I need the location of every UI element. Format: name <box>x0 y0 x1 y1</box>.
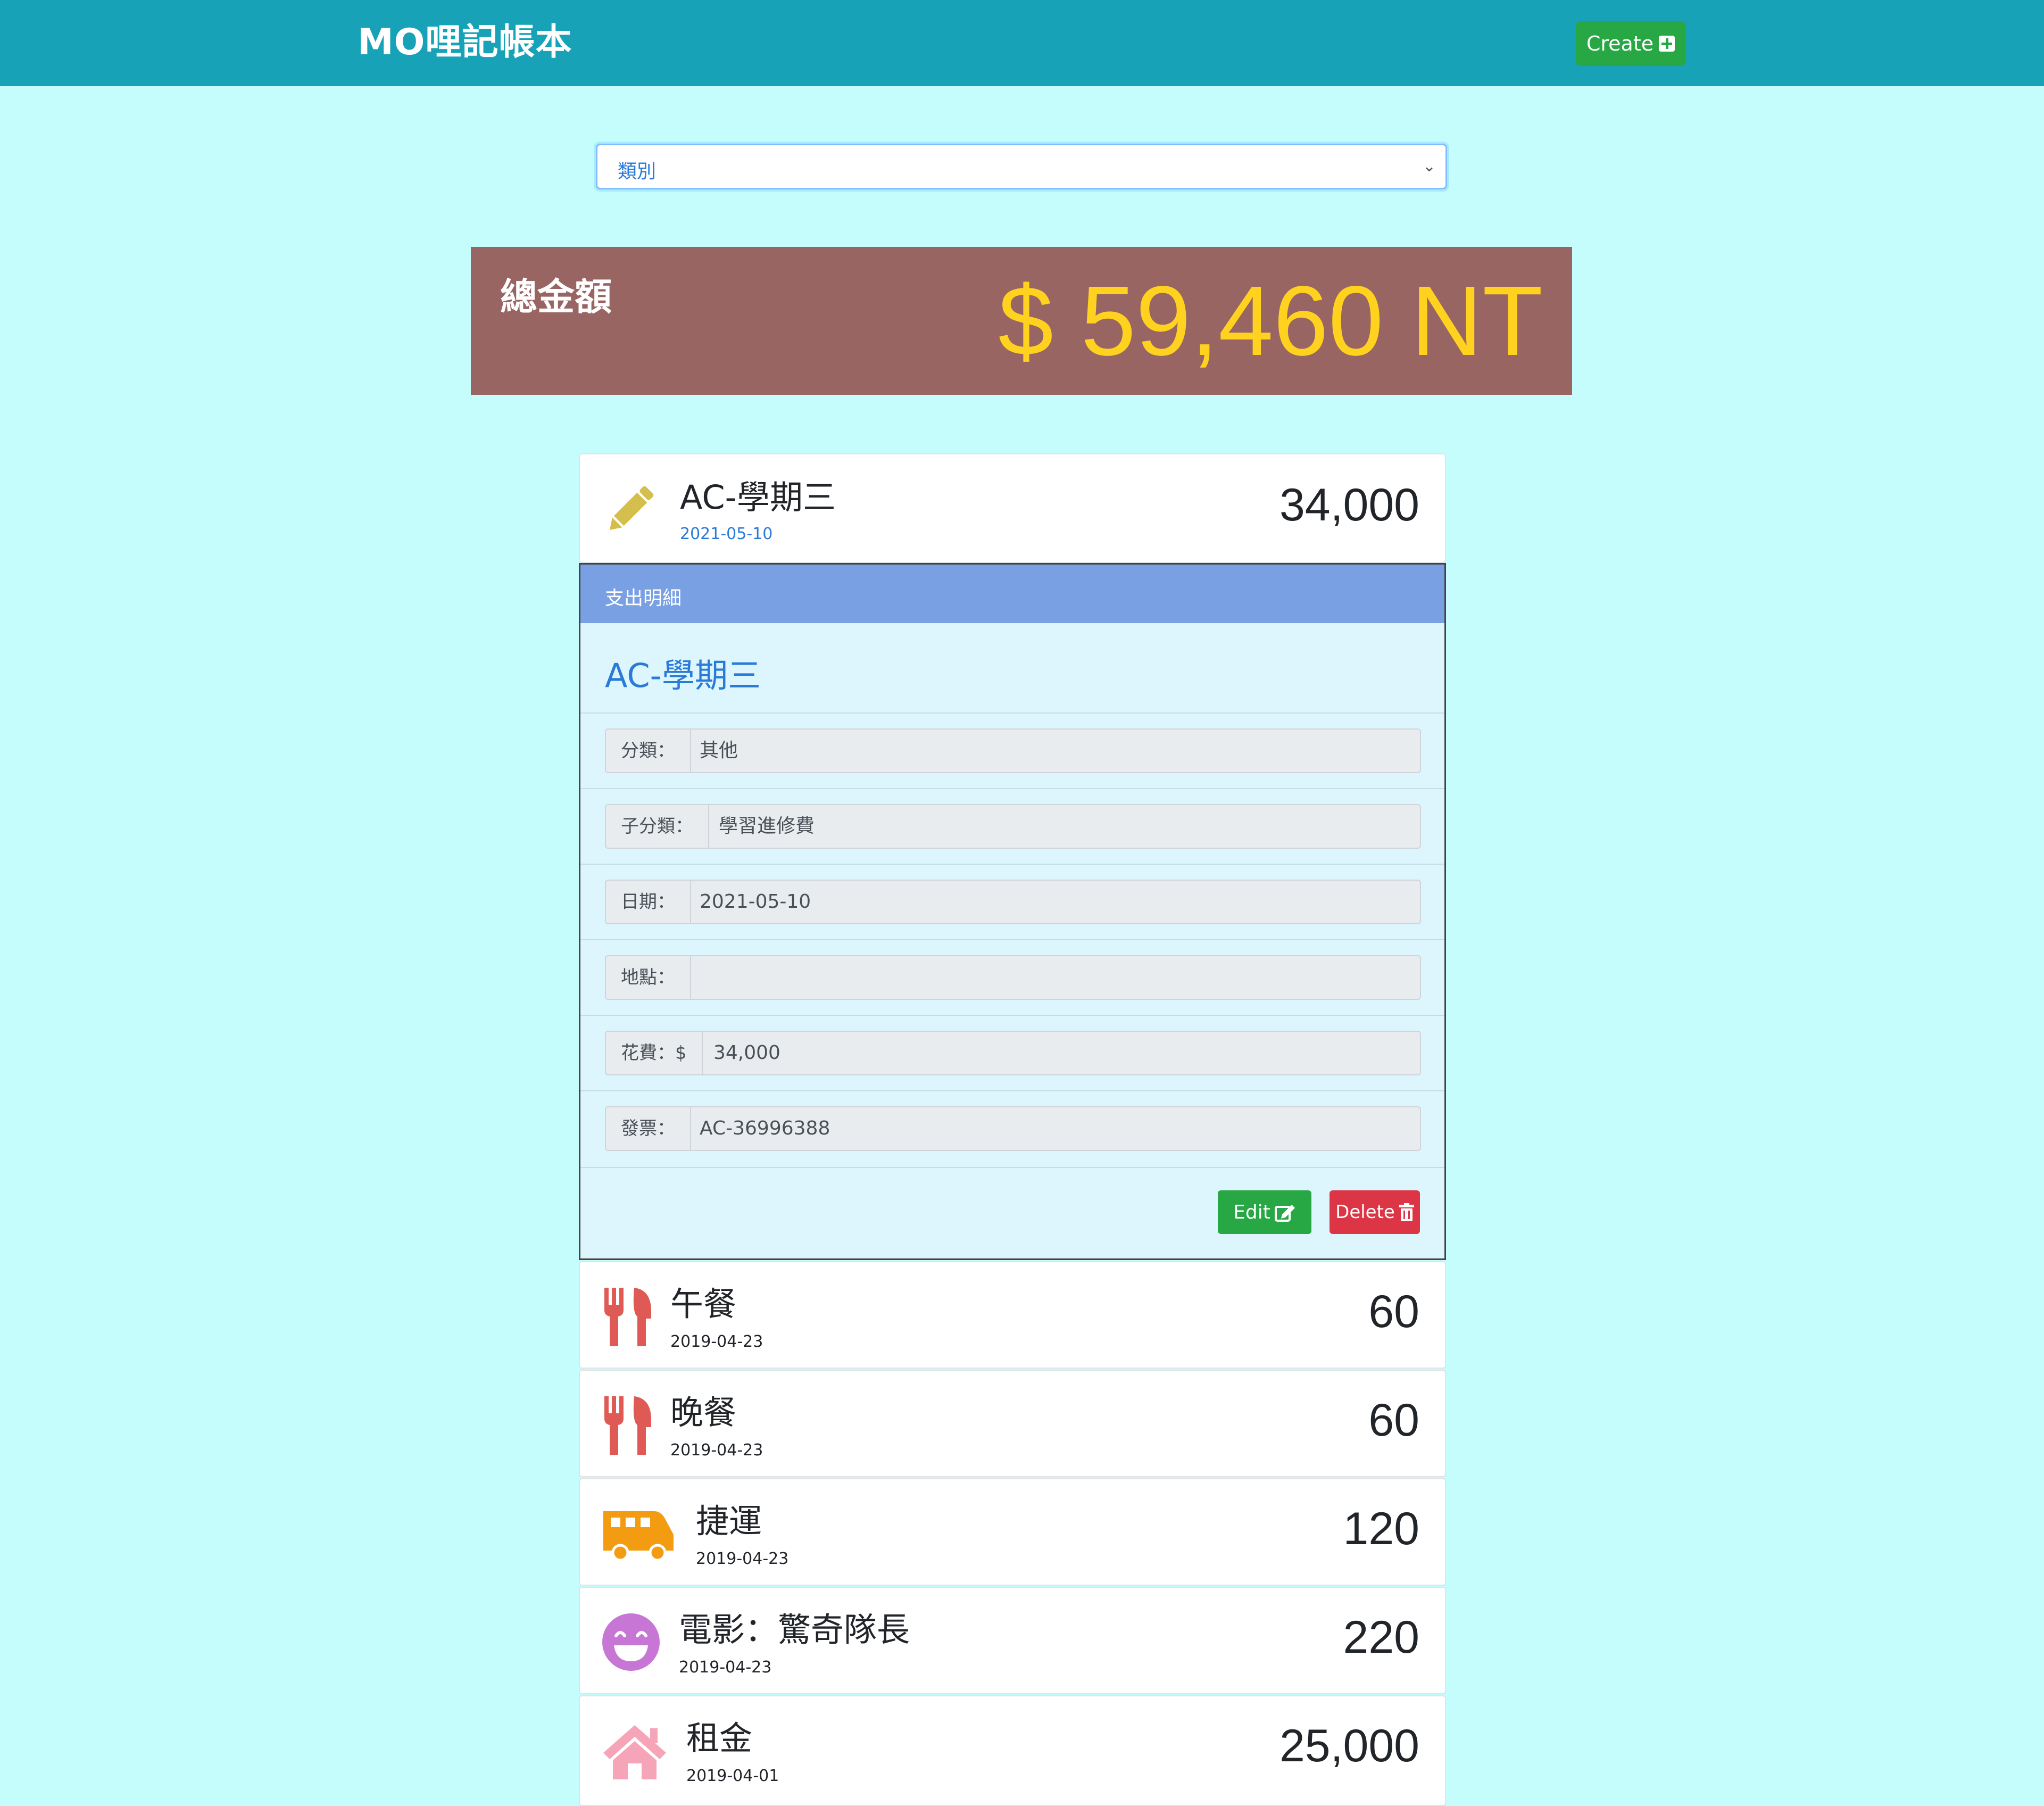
record-title: 晚餐 <box>670 1393 737 1432</box>
detail-row-location: 地點： <box>580 939 1444 1016</box>
record-date: 2019-04-23 <box>670 1332 763 1351</box>
record-amount: 220 <box>1343 1612 1420 1663</box>
record-item[interactable]: 捷運 2019-04-23 120 <box>579 1478 1446 1586</box>
invoice-field: 發票： AC-36996388 <box>605 1106 1421 1151</box>
record-date: 2021-05-10 <box>680 525 773 543</box>
record-date: 2019-04-23 <box>696 1550 789 1568</box>
record-amount: 60 <box>1368 1286 1419 1337</box>
navbar: MO哩記帳本 Create <box>0 0 2044 86</box>
edit-icon <box>1274 1205 1295 1222</box>
bus-icon <box>603 1511 674 1561</box>
category-field: 分類： 其他 <box>605 728 1421 773</box>
detail-row-category: 分類： 其他 <box>580 713 1444 789</box>
field-label: 花費：$ <box>606 1032 703 1074</box>
field-value: 其他 <box>700 740 738 761</box>
detail-row-date: 日期： 2021-05-10 <box>580 864 1444 940</box>
detail-actions: Edit Delete <box>580 1167 1444 1260</box>
record-date: 2019-04-23 <box>679 1658 772 1677</box>
cost-field: 花費：$ 34,000 <box>605 1031 1421 1075</box>
utensils-icon <box>604 1396 651 1455</box>
record-item[interactable]: 租金 2019-04-01 25,000 <box>579 1695 1446 1806</box>
category-select[interactable]: 類別 ⌄ <box>596 144 1447 189</box>
edit-button-label: Edit <box>1233 1201 1270 1223</box>
field-value: 2021-05-10 <box>700 891 811 913</box>
create-button[interactable]: Create <box>1576 21 1685 66</box>
record-title: AC-學期三 <box>680 478 836 517</box>
record-item[interactable]: 晚餐 2019-04-23 60 <box>579 1370 1446 1477</box>
field-label: 子分類： <box>606 805 709 848</box>
detail-row-cost: 花費：$ 34,000 <box>580 1015 1444 1091</box>
create-button-label: Create <box>1586 32 1654 55</box>
smile-icon <box>602 1613 660 1671</box>
date-field: 日期： 2021-05-10 <box>605 880 1421 924</box>
detail-header-label: 支出明細 <box>605 587 682 609</box>
field-label: 地點： <box>606 956 691 999</box>
record-item[interactable]: AC-學期三 2021-05-10 34,000 <box>579 453 1446 563</box>
trash-icon <box>1399 1203 1414 1221</box>
field-label: 分類： <box>606 730 691 772</box>
expense-detail-panel: 支出明細 AC-學期三 分類： 其他 子分類： 學習進修費 日期： 2021-0… <box>579 563 1446 1260</box>
record-date: 2019-04-01 <box>686 1767 779 1785</box>
utensils-icon <box>604 1288 651 1346</box>
subcategory-field: 子分類： 學習進修費 <box>605 804 1421 849</box>
total-panel: 總金額 $ 59,460 NT <box>471 247 1572 395</box>
edit-button[interactable]: Edit <box>1218 1190 1311 1234</box>
plus-square-icon <box>1659 36 1675 52</box>
field-label: 發票： <box>606 1107 691 1150</box>
record-title: 午餐 <box>670 1285 737 1323</box>
total-label: 總金額 <box>500 275 612 319</box>
record-item[interactable]: 午餐 2019-04-23 60 <box>579 1261 1446 1369</box>
brand-title[interactable]: MO哩記帳本 <box>358 16 572 69</box>
record-title: 電影：驚奇隊長 <box>679 1610 910 1649</box>
total-amount: $ 59,460 NT <box>998 266 1543 376</box>
record-amount: 60 <box>1368 1395 1419 1446</box>
chevron-down-icon: ⌄ <box>1422 157 1436 176</box>
record-title: 捷運 <box>696 1502 762 1540</box>
pencil-icon <box>610 486 654 530</box>
detail-header: 支出明細 <box>580 565 1444 623</box>
field-label: 日期： <box>606 881 691 923</box>
field-value: 34,000 <box>713 1042 780 1064</box>
field-value: 學習進修費 <box>719 815 815 837</box>
detail-row-invoice: 發票： AC-36996388 <box>580 1090 1444 1167</box>
record-amount: 34,000 <box>1279 479 1419 531</box>
record-item[interactable]: 電影：驚奇隊長 2019-04-23 220 <box>579 1587 1446 1694</box>
detail-row-subcategory: 子分類： 學習進修費 <box>580 788 1444 865</box>
record-amount: 120 <box>1343 1503 1420 1554</box>
delete-button-label: Delete <box>1335 1202 1395 1223</box>
location-field: 地點： <box>605 955 1421 1000</box>
field-value: AC-36996388 <box>700 1117 830 1139</box>
home-icon <box>603 1725 666 1779</box>
record-title: 租金 <box>686 1719 753 1758</box>
delete-button[interactable]: Delete <box>1330 1190 1420 1234</box>
record-date: 2019-04-23 <box>670 1441 763 1460</box>
detail-title: AC-學期三 <box>605 656 761 695</box>
category-select-value: 類別 <box>618 161 657 183</box>
record-amount: 25,000 <box>1279 1720 1419 1771</box>
